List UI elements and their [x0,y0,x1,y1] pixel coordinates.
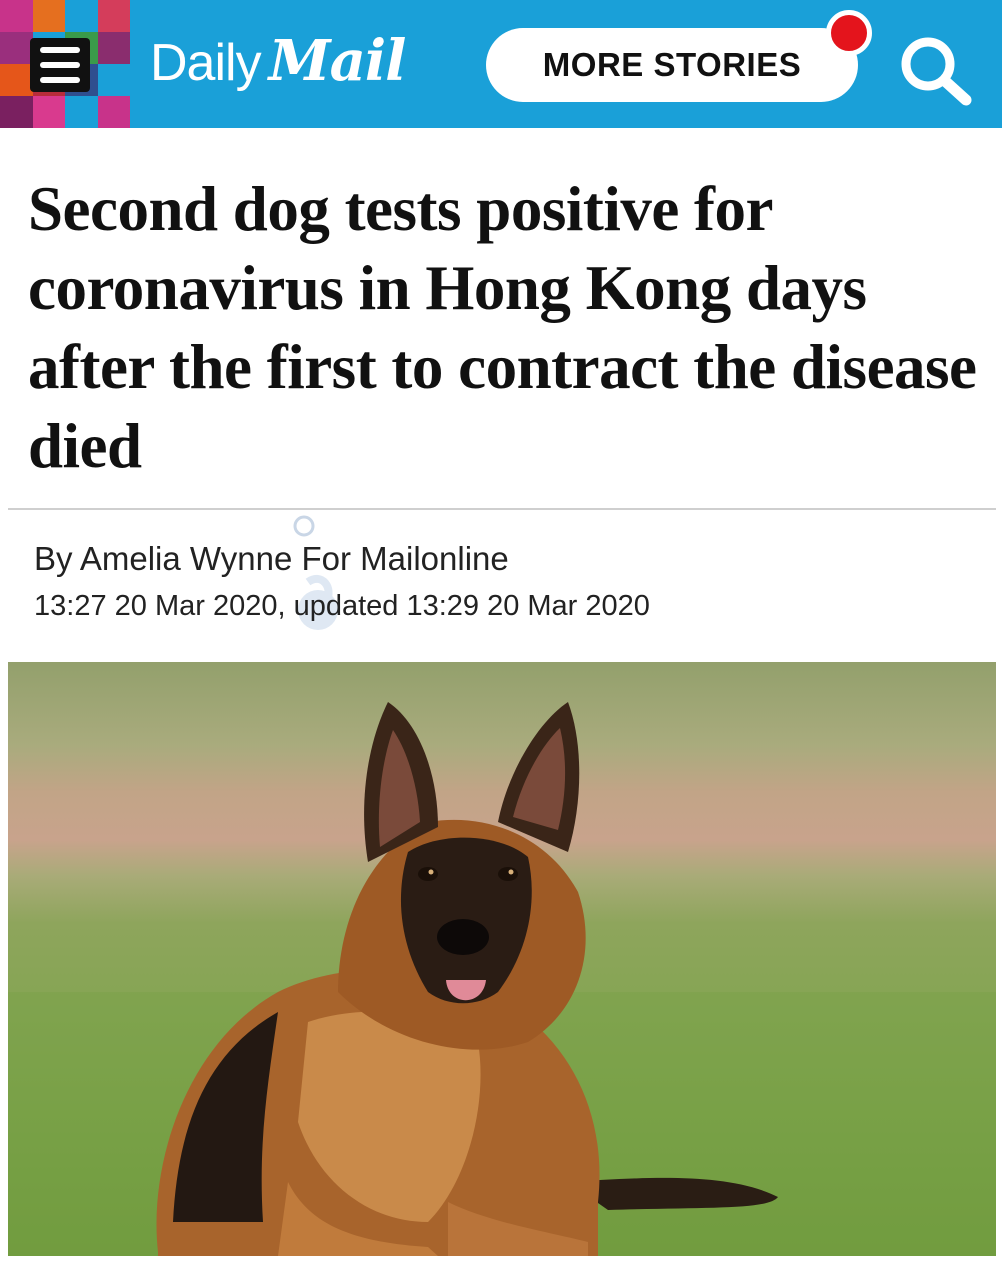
hamburger-menu-icon[interactable] [30,38,90,92]
daily-mail-logo[interactable]: Daily Mail [150,28,407,100]
article-headline: Second dog tests positive for coronaviru… [28,174,977,481]
headline-divider [8,508,996,510]
dog-photo [8,662,996,1256]
dog-illustration [8,702,996,1256]
logo-daily-text: Daily [150,34,262,92]
notification-dot-icon [826,10,872,56]
search-icon[interactable] [890,28,980,108]
article-byline: By Amelia Wynne For Mailonline [34,540,509,577]
article-dateline: 13:27 20 Mar 2020, updated 13:29 20 Mar … [34,590,650,622]
logo-mail-text: Mail [268,28,407,94]
site-header: Daily Mail MORE STORIES [0,0,1002,128]
more-stories-button[interactable]: MORE STORIES [486,28,858,102]
